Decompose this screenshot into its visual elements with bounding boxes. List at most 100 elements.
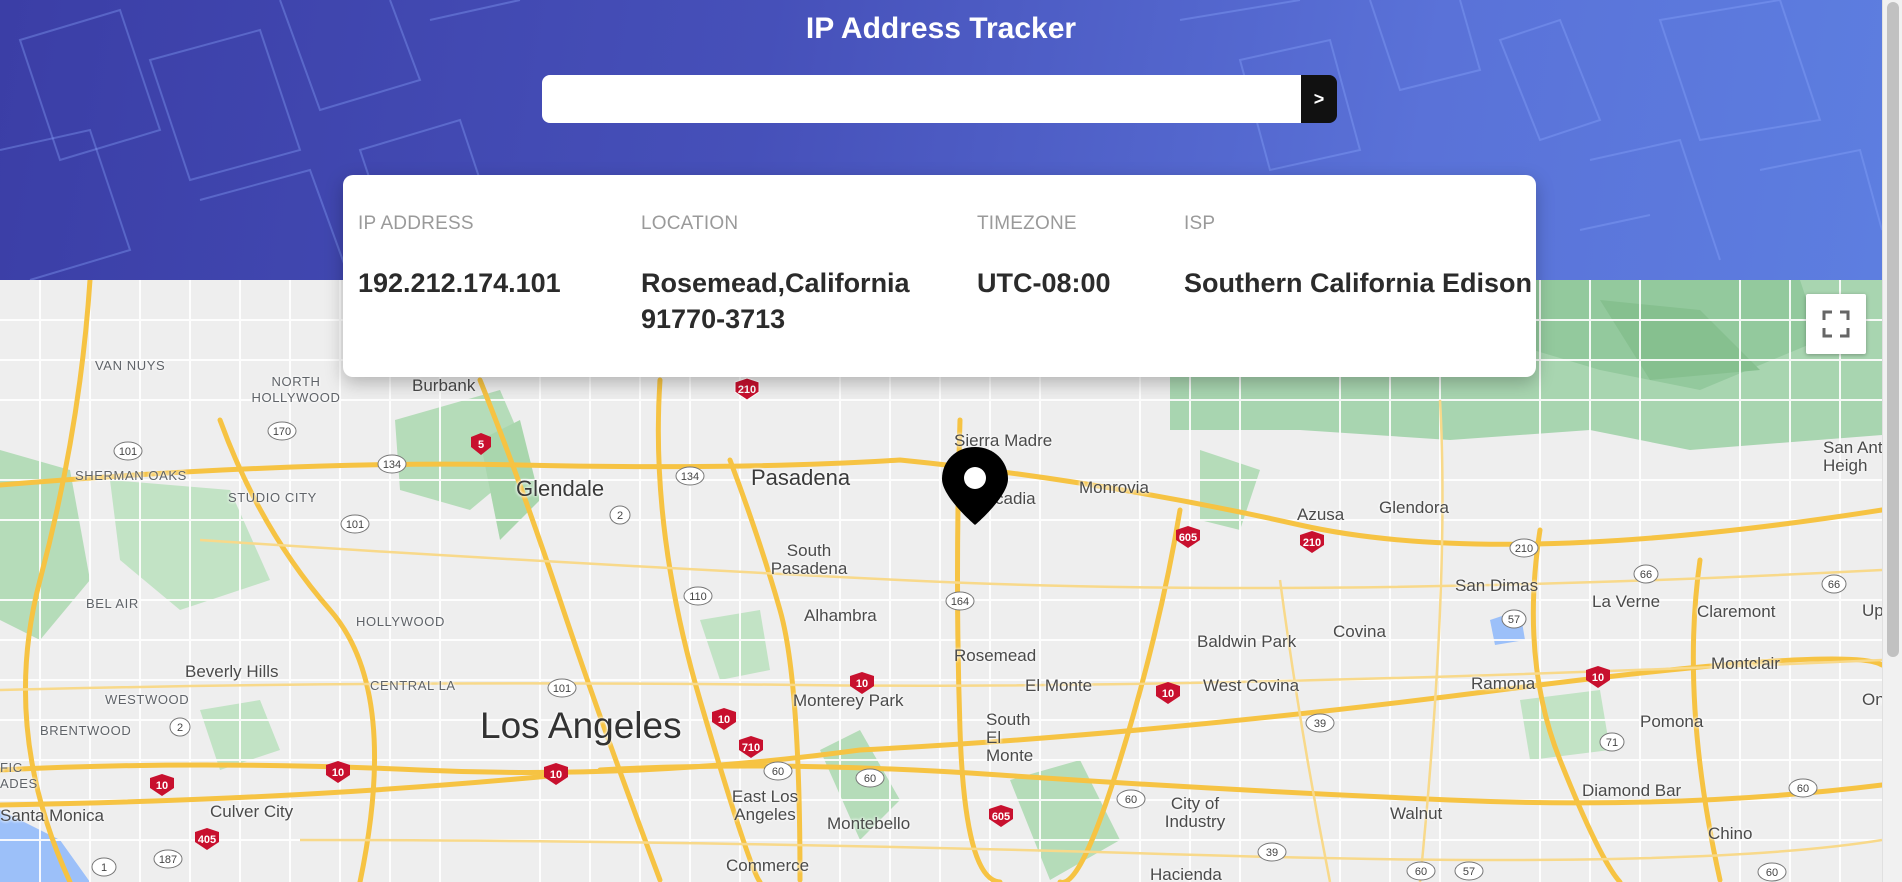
svg-text:10: 10: [332, 767, 344, 779]
svg-text:10: 10: [1162, 688, 1174, 700]
ip-search-input[interactable]: [542, 75, 1302, 123]
svg-text:101: 101: [553, 683, 571, 695]
map-label-district: CENTRAL LA: [370, 678, 456, 693]
map-label-district: BRENTWOOD: [40, 723, 132, 738]
search-form: >: [542, 75, 1337, 123]
map-label-city: Commerce: [726, 856, 810, 875]
svg-text:210: 210: [1515, 543, 1533, 555]
map-label-district: WESTWOOD: [105, 692, 190, 707]
isp-label: ISP: [1184, 213, 1216, 234]
map-label-city: Beverly Hills: [185, 662, 279, 681]
ip-address-value: 192.212.174.101: [358, 268, 561, 298]
svg-text:71: 71: [1606, 737, 1618, 749]
svg-text:66: 66: [1640, 569, 1652, 581]
location-label: LOCATION: [641, 213, 739, 234]
svg-text:101: 101: [346, 519, 364, 531]
map-label-city: West Covina: [1203, 676, 1300, 695]
svg-text:60: 60: [1125, 794, 1137, 806]
map-label-city: Walnut: [1390, 804, 1443, 823]
svg-text:605: 605: [992, 811, 1010, 823]
svg-text:210: 210: [1303, 537, 1321, 549]
map-label-district: NORTH HOLLYWOOD: [251, 374, 341, 405]
svg-text:39: 39: [1266, 847, 1278, 859]
map-label-city: El Monte: [1025, 676, 1093, 695]
svg-text:2: 2: [617, 510, 623, 522]
svg-text:10: 10: [1592, 672, 1604, 684]
map-label-city: Claremont: [1697, 602, 1776, 621]
svg-text:1: 1: [101, 862, 107, 874]
svg-text:134: 134: [681, 471, 699, 483]
page: IP Address Tracker > 210 210 605 5 10 10…: [0, 0, 1902, 882]
svg-text:57: 57: [1508, 614, 1520, 626]
map-label-city: La Verne: [1592, 592, 1661, 611]
map-label-city: Pomona: [1640, 712, 1704, 731]
map-label-city: Monterey Park: [793, 691, 904, 710]
svg-text:110: 110: [689, 591, 707, 603]
map-label-district: FIC ADES: [0, 760, 38, 791]
map-label-city: Alhambra: [804, 606, 877, 625]
map-label-city: Montclair: [1711, 654, 1780, 673]
map-label-city: Ont: [1862, 690, 1882, 709]
map-label-city: Up: [1862, 601, 1882, 620]
map-label-city-major: Los Angeles: [480, 705, 682, 746]
map-label-district: VAN NUYS: [95, 358, 166, 373]
map-label-city: San Ant Heigh: [1823, 438, 1882, 475]
svg-text:10: 10: [156, 780, 168, 792]
svg-text:10: 10: [856, 678, 868, 690]
interstate-shield: 210: [738, 384, 756, 396]
svg-text:66: 66: [1828, 579, 1840, 591]
map-label-district: STUDIO CITY: [228, 490, 317, 505]
map-label-city: Rosemead: [954, 646, 1037, 665]
map-label-city: Baldwin Park: [1197, 632, 1297, 651]
ip-address-label: IP ADDRESS: [358, 213, 474, 234]
isp-value: Southern California Edison: [1184, 268, 1533, 298]
svg-text:605: 605: [1179, 532, 1197, 544]
svg-text:710: 710: [742, 742, 760, 754]
map-label-city: Glendale: [516, 476, 605, 501]
fullscreen-icon: [1822, 310, 1850, 338]
map-label-city: Pasadena: [751, 465, 851, 490]
map-label-city: East Los Angeles: [731, 787, 799, 824]
page-scrollbar[interactable]: [1882, 0, 1902, 882]
map-label-city: Hacienda: [1150, 865, 1222, 882]
svg-text:39: 39: [1314, 718, 1326, 730]
svg-text:170: 170: [273, 426, 291, 438]
svg-text:57: 57: [1463, 866, 1475, 878]
ip-info-card: IP ADDRESS 192.212.174.101 LOCATION Rose…: [343, 175, 1536, 377]
svg-text:2: 2: [177, 722, 183, 734]
map-label-city: Culver City: [210, 802, 294, 821]
svg-text:10: 10: [550, 769, 562, 781]
map-label-city: Burbank: [412, 376, 476, 395]
page-title: IP Address Tracker: [805, 12, 1077, 45]
svg-text:164: 164: [951, 596, 969, 608]
svg-text:60: 60: [1797, 783, 1809, 795]
location-value: Rosemead,California 91770-3713: [641, 268, 910, 334]
svg-text:134: 134: [383, 459, 401, 471]
map-label-city: Ramona: [1471, 674, 1536, 693]
map-label-district: HOLLYWOOD: [356, 614, 445, 629]
map-label-city: Chino: [1708, 824, 1753, 843]
svg-text:60: 60: [1415, 866, 1427, 878]
map-label-city: Montebello: [827, 814, 911, 833]
map-label-city: City of Industry: [1164, 794, 1226, 831]
map-label-city: South Pasadena: [770, 541, 848, 578]
map-label-city: South El Monte: [986, 710, 1034, 765]
map-label-district: SHERMAN OAKS: [75, 468, 187, 483]
svg-text:187: 187: [159, 854, 177, 866]
timezone-value: UTC-08:00: [977, 268, 1111, 298]
fullscreen-button[interactable]: [1806, 294, 1866, 354]
map-label-district: BEL AIR: [86, 596, 139, 611]
svg-text:405: 405: [198, 834, 216, 846]
svg-text:60: 60: [772, 766, 784, 778]
scrollbar-thumb[interactable]: [1887, 2, 1899, 657]
map-label-city: Diamond Bar: [1582, 781, 1682, 800]
location-pin-icon[interactable]: [940, 445, 1010, 527]
map-label-city: Azusa: [1297, 505, 1345, 524]
timezone-label: TIMEZONE: [977, 213, 1077, 234]
svg-text:10: 10: [718, 714, 730, 726]
svg-text:60: 60: [864, 773, 876, 785]
svg-text:101: 101: [119, 446, 137, 458]
search-submit-button[interactable]: >: [1301, 75, 1337, 123]
map-label-city: Santa Monica: [0, 806, 104, 825]
svg-text:60: 60: [1766, 867, 1778, 879]
